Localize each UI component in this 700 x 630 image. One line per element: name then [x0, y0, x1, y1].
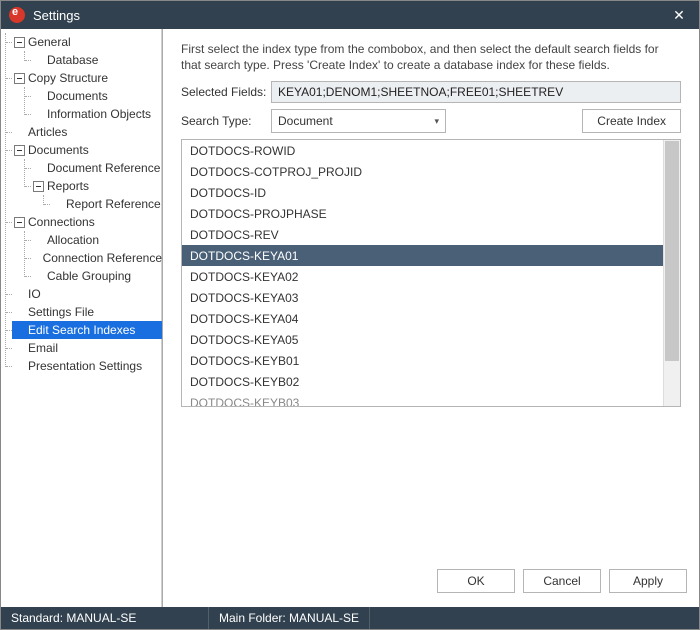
status-standard: Standard: MANUAL-SE: [1, 607, 209, 629]
status-main-folder: Main Folder: MANUAL-SE: [209, 607, 370, 629]
list-item[interactable]: DOTDOCS-KEYB02: [182, 371, 680, 392]
close-button[interactable]: ✕: [667, 7, 691, 24]
tree-node-document-ref[interactable]: Document Reference: [31, 159, 162, 177]
tree-node-io[interactable]: IO: [12, 285, 162, 303]
collapse-icon[interactable]: [14, 217, 25, 228]
tree-node-presentation-settings[interactable]: Presentation Settings: [12, 357, 162, 375]
tree-node-email[interactable]: Email: [12, 339, 162, 357]
search-type-combo[interactable]: Document ▾: [271, 109, 446, 133]
panel-hint: First select the index type from the com…: [181, 41, 681, 73]
list-item[interactable]: DOTDOCS-KEYA05: [182, 329, 680, 350]
tree-node-connections[interactable]: Connections: [12, 213, 162, 231]
list-item[interactable]: DOTDOCS-KEYB01: [182, 350, 680, 371]
list-item[interactable]: DOTDOCS-REV: [182, 224, 680, 245]
tree-node-report-ref[interactable]: Report Reference: [50, 195, 162, 213]
scrollbar-thumb[interactable]: [665, 141, 679, 361]
fields-listbox[interactable]: DOTDOCS-ROWIDDOTDOCS-COTPROJ_PROJIDDOTDO…: [181, 139, 681, 407]
search-type-label: Search Type:: [181, 114, 271, 128]
tree-node-articles[interactable]: Articles: [12, 123, 162, 141]
chevron-down-icon: ▾: [434, 116, 439, 127]
tree-node-reports[interactable]: Reports: [31, 177, 162, 195]
tree-node-edit-search-indexes[interactable]: Edit Search Indexes: [12, 321, 162, 339]
selected-fields-value: KEYA01;DENOM1;SHEETNOA;FREE01;SHEETREV: [271, 81, 681, 103]
tree-node-info-objects[interactable]: Information Objects: [31, 105, 162, 123]
collapse-icon[interactable]: [14, 145, 25, 156]
collapse-icon[interactable]: [14, 73, 25, 84]
title-bar: Settings ✕: [1, 1, 699, 29]
tree-node-documents[interactable]: Documents: [12, 141, 162, 159]
search-type-value: Document: [278, 114, 333, 128]
settings-tree[interactable]: General Database Copy Structure Document…: [1, 29, 163, 607]
tree-node-general[interactable]: General: [12, 33, 162, 51]
list-item[interactable]: DOTDOCS-KEYA02: [182, 266, 680, 287]
list-item[interactable]: DOTDOCS-KEYB03: [182, 392, 680, 407]
tree-node-database[interactable]: Database: [31, 51, 162, 69]
create-index-button[interactable]: Create Index: [582, 109, 681, 133]
tree-node-cable-grouping[interactable]: Cable Grouping: [31, 267, 162, 285]
status-bar: Standard: MANUAL-SE Main Folder: MANUAL-…: [1, 607, 699, 629]
list-item[interactable]: DOTDOCS-KEYA03: [182, 287, 680, 308]
selected-fields-label: Selected Fields:: [181, 85, 271, 99]
scrollbar[interactable]: [663, 140, 680, 406]
list-item[interactable]: DOTDOCS-KEYA04: [182, 308, 680, 329]
collapse-icon[interactable]: [33, 181, 44, 192]
window-title: Settings: [33, 8, 667, 23]
list-item[interactable]: DOTDOCS-KEYA01: [182, 245, 680, 266]
list-item[interactable]: DOTDOCS-ID: [182, 182, 680, 203]
dialog-button-bar: OK Cancel Apply: [163, 563, 699, 607]
collapse-icon[interactable]: [14, 37, 25, 48]
tree-node-allocation[interactable]: Allocation: [31, 231, 162, 249]
apply-button[interactable]: Apply: [609, 569, 687, 593]
tree-node-cs-documents[interactable]: Documents: [31, 87, 162, 105]
tree-node-copy-structure[interactable]: Copy Structure: [12, 69, 162, 87]
tree-node-connection-ref[interactable]: Connection Reference: [31, 249, 162, 267]
app-icon: [9, 7, 25, 23]
list-item[interactable]: DOTDOCS-COTPROJ_PROJID: [182, 161, 680, 182]
ok-button[interactable]: OK: [437, 569, 515, 593]
tree-node-settings-file[interactable]: Settings File: [12, 303, 162, 321]
list-item[interactable]: DOTDOCS-PROJPHASE: [182, 203, 680, 224]
cancel-button[interactable]: Cancel: [523, 569, 601, 593]
list-item[interactable]: DOTDOCS-ROWID: [182, 140, 680, 161]
